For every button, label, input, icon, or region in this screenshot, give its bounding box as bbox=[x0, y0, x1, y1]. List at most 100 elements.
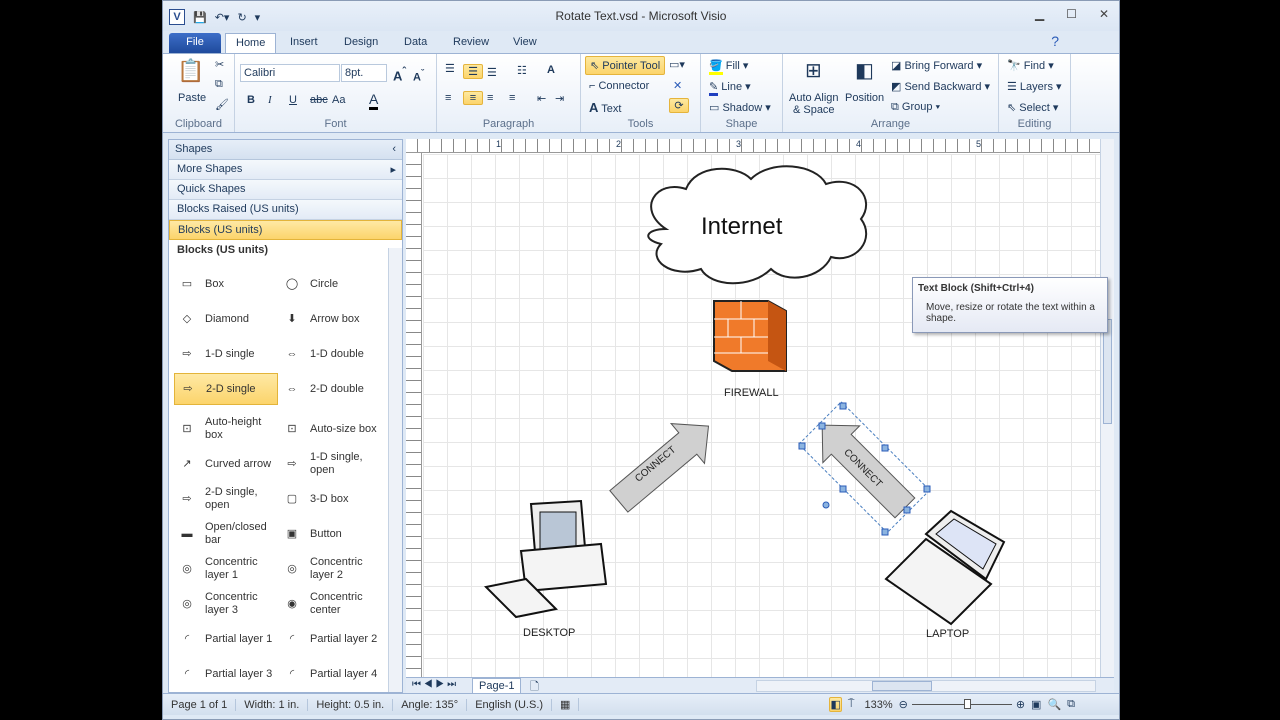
send-backward-button[interactable]: ◩ Send Backward ▾ bbox=[891, 80, 990, 93]
collapse-icon[interactable]: ‹ bbox=[392, 143, 396, 155]
zoom-slider[interactable] bbox=[911, 699, 1012, 709]
bold-button[interactable]: B bbox=[247, 94, 255, 106]
shape-item[interactable]: ◜ Partial layer 2 bbox=[279, 623, 383, 655]
zoom-in-icon[interactable]: ⊕ bbox=[1016, 698, 1025, 711]
font-color-icon[interactable]: A bbox=[369, 91, 379, 110]
shape-item[interactable]: ⇨ 1-D single, open bbox=[279, 448, 383, 480]
shape-item[interactable]: ⇨ 2-D single, open bbox=[174, 483, 278, 515]
vertical-scrollbar[interactable] bbox=[1100, 139, 1114, 677]
underline-button[interactable]: U bbox=[289, 94, 297, 106]
shape-item[interactable]: ⇔ 2-D double bbox=[279, 373, 383, 405]
shape-item[interactable]: ⬇ Arrow box bbox=[279, 303, 383, 335]
text-button[interactable]: A Text bbox=[589, 100, 621, 115]
tab-home[interactable]: Home bbox=[225, 33, 277, 53]
full-view-icon[interactable]: ◧ bbox=[829, 697, 842, 712]
shadow-button[interactable]: ▭ Shadow ▾ bbox=[709, 101, 771, 114]
align-left-icon[interactable]: ≡ bbox=[445, 92, 451, 104]
drawing-canvas[interactable]: 1 2 3 4 5 Internet FIREWALL DESKTOP LAPT… bbox=[406, 139, 1114, 677]
shape-item[interactable]: ◜ Partial layer 1 bbox=[174, 623, 278, 655]
shape-item[interactable]: ▢ 3-D box bbox=[279, 483, 383, 515]
close-icon[interactable]: ✕ bbox=[1099, 7, 1109, 21]
pointer-tool-button[interactable]: ⇖ Pointer Tool bbox=[585, 56, 666, 75]
shape-item[interactable]: ◎ Concentric layer 2 bbox=[279, 553, 383, 585]
presentation-icon[interactable]: ⍑ bbox=[848, 698, 855, 711]
shape-item[interactable]: ▬ Open/closed bar bbox=[174, 518, 278, 550]
status-language[interactable]: English (U.S.) bbox=[467, 698, 553, 711]
shape-item[interactable]: ◎ Concentric layer 1 bbox=[174, 553, 278, 585]
horizontal-scrollbar[interactable] bbox=[756, 680, 1096, 692]
stencil-blocks-raised[interactable]: Blocks Raised (US units) bbox=[169, 200, 402, 220]
auto-align-button[interactable]: Auto Align & Space bbox=[789, 92, 839, 116]
rectangle-tool-icon[interactable]: ▭▾ bbox=[669, 58, 685, 71]
line-button[interactable]: ✎ Line ▾ bbox=[709, 80, 751, 96]
switch-windows-icon[interactable]: ⧉ bbox=[1067, 698, 1075, 711]
paste-icon[interactable]: 📋 bbox=[177, 58, 204, 84]
tab-file[interactable]: File bbox=[169, 33, 221, 53]
shape-item[interactable]: ◇ Diamond bbox=[174, 303, 278, 335]
shape-item[interactable]: ⊡ Auto-height box bbox=[174, 413, 278, 445]
scroll-thumb[interactable] bbox=[1103, 319, 1112, 424]
layers-button[interactable]: ☰ Layers ▾ bbox=[1007, 80, 1062, 93]
shape-item[interactable]: ⇨ 1-D single bbox=[174, 338, 278, 370]
status-page[interactable]: Page 1 of 1 bbox=[163, 698, 237, 711]
tab-insert[interactable]: Insert bbox=[280, 33, 328, 53]
shrink-font-icon[interactable]: Aˇ bbox=[413, 68, 424, 84]
connector-button[interactable]: ⌐ Connector bbox=[589, 80, 649, 92]
align-top-icon[interactable]: ☰ bbox=[445, 62, 455, 75]
desktop-computer-icon[interactable] bbox=[483, 499, 608, 619]
shape-item[interactable]: ⇨ 2-D single bbox=[174, 373, 278, 405]
minimize-icon[interactable]: ▁ bbox=[1035, 7, 1044, 21]
more-shapes-button[interactable]: More Shapes ▸ bbox=[169, 160, 402, 180]
fill-button[interactable]: 🪣 Fill ▾ bbox=[709, 59, 748, 75]
decrease-indent-icon[interactable]: ⇤ bbox=[537, 92, 546, 105]
help-icon[interactable]: ? bbox=[1051, 33, 1059, 49]
bullets-icon[interactable]: ☷ bbox=[517, 64, 527, 77]
laptop-icon[interactable] bbox=[884, 509, 1006, 626]
group-button[interactable]: ⧉ Group ▾ bbox=[891, 101, 940, 114]
align-middle-icon[interactable]: ☰ bbox=[463, 64, 483, 79]
position-button[interactable]: Position bbox=[845, 92, 884, 104]
select-button[interactable]: ⇖ Select ▾ bbox=[1007, 101, 1058, 114]
paste-button[interactable]: Paste bbox=[178, 92, 206, 104]
shape-item[interactable]: ▣ Button bbox=[279, 518, 383, 550]
shape-item[interactable]: ⇔ 1-D double bbox=[279, 338, 383, 370]
close-tool-icon[interactable]: ✕ bbox=[673, 79, 682, 92]
position-icon[interactable]: ◧ bbox=[855, 58, 874, 83]
stencil-quick-shapes[interactable]: Quick Shapes bbox=[169, 180, 402, 200]
increase-indent-icon[interactable]: ⇥ bbox=[555, 92, 564, 105]
italic-button[interactable]: I bbox=[268, 94, 272, 106]
firewall-shape[interactable] bbox=[713, 300, 787, 372]
justify-icon[interactable]: ≡ bbox=[509, 92, 515, 104]
stencil-blocks[interactable]: Blocks (US units) bbox=[169, 220, 402, 240]
auto-align-icon[interactable]: ⊞ bbox=[805, 58, 822, 83]
change-case-button[interactable]: Aa bbox=[332, 94, 345, 106]
maximize-icon[interactable]: ☐ bbox=[1066, 7, 1077, 21]
grow-font-icon[interactable]: Aˆ bbox=[393, 66, 406, 83]
tab-design[interactable]: Design bbox=[334, 33, 388, 53]
fit-page-icon[interactable]: ▣ bbox=[1031, 698, 1041, 711]
tab-review[interactable]: Review bbox=[443, 33, 499, 53]
strikethrough-button[interactable]: abc bbox=[310, 94, 328, 106]
zoom-out-icon[interactable]: ⊖ bbox=[899, 698, 908, 711]
find-button[interactable]: 🔭 Find ▾ bbox=[1007, 59, 1054, 72]
macro-icon[interactable]: ▦ bbox=[552, 698, 580, 711]
tab-view[interactable]: View bbox=[503, 33, 547, 53]
tab-data[interactable]: Data bbox=[394, 33, 437, 53]
align-right-icon[interactable]: ≡ bbox=[487, 92, 493, 104]
shape-item[interactable]: ◜ Partial layer 3 bbox=[174, 658, 278, 690]
cut-icon[interactable]: ✂ bbox=[215, 58, 224, 71]
align-center-icon[interactable]: ≡ bbox=[463, 91, 483, 105]
shape-item[interactable]: ◜ Partial layer 4 bbox=[279, 658, 383, 690]
align-bottom-icon[interactable]: ☰ bbox=[487, 66, 497, 79]
page-tab[interactable]: Page-1 bbox=[472, 678, 522, 694]
pan-zoom-icon[interactable]: 🔍 bbox=[1047, 698, 1061, 711]
shape-item[interactable]: ◉ Concentric center bbox=[279, 588, 383, 620]
font-family-dropdown[interactable]: Calibri bbox=[240, 64, 340, 82]
page-nav-icons[interactable]: ⏮ ◀ ▶ ⏭ bbox=[412, 679, 456, 690]
shape-item[interactable]: ▭ Box bbox=[174, 268, 278, 300]
zoom-level[interactable]: 133% bbox=[864, 699, 892, 711]
shape-item[interactable]: ⊡ Auto-size box bbox=[279, 413, 383, 445]
zoom-slider-thumb[interactable] bbox=[963, 699, 971, 709]
shape-item[interactable]: ↗ Curved arrow bbox=[174, 448, 278, 480]
copy-icon[interactable]: ⧉ bbox=[215, 78, 223, 91]
